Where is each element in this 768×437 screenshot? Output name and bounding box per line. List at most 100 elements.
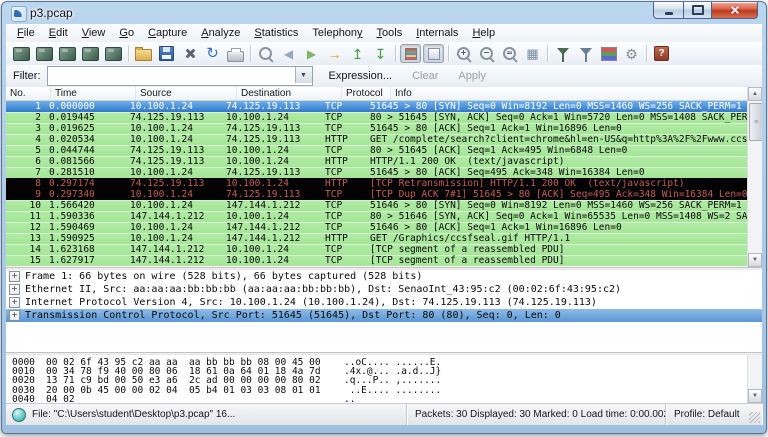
- hex-scroll-down-icon[interactable]: ▼: [748, 389, 762, 403]
- toolbar-zoom-out-icon[interactable]: −: [475, 43, 498, 65]
- menu-item-analyze[interactable]: Analyze: [194, 25, 247, 41]
- status-bar: File: "C:\Users\student\Desktop\p3.pcap"…: [6, 403, 762, 425]
- column-header-time[interactable]: Time: [51, 87, 136, 100]
- packet-source: 10.100.1.24: [126, 134, 222, 145]
- toolbar-zoom-100-icon[interactable]: =: [498, 43, 521, 65]
- toolbar-preferences-icon[interactable]: ⚙: [620, 43, 643, 65]
- packet-row[interactable]: 50.04474474.125.19.11310.100.1.24TCP80 >…: [6, 145, 762, 156]
- toolbar-capture-restart-icon[interactable]: [102, 43, 125, 65]
- packet-row[interactable]: 20.01944574.125.19.11310.100.1.24TCP80 >…: [6, 112, 762, 123]
- packet-time: 1.590925: [46, 233, 126, 244]
- detail-row[interactable]: +Transmission Control Protocol, Src Port…: [6, 309, 762, 322]
- apply-button[interactable]: Apply: [454, 68, 490, 84]
- menu-item-telephony[interactable]: Telephony: [305, 25, 369, 41]
- toolbar-coloring-rules-icon[interactable]: [597, 43, 620, 65]
- packet-row[interactable]: 131.59092510.100.1.24147.144.1.212HTTPGE…: [6, 233, 762, 244]
- toolbar-display-filter-icon[interactable]: [574, 43, 597, 65]
- toolbar-capture-options-icon[interactable]: [33, 43, 56, 65]
- hex-scrollbar[interactable]: ▼: [747, 355, 762, 403]
- column-header-destination[interactable]: Destination: [237, 87, 342, 100]
- menu-item-file[interactable]: File: [10, 25, 42, 41]
- toolbar-open-file-icon[interactable]: [132, 43, 155, 65]
- toolbar-print-icon[interactable]: [224, 43, 247, 65]
- toolbar-go-forward-icon[interactable]: ▶: [300, 43, 323, 65]
- packet-source: 10.100.1.24: [126, 189, 222, 200]
- packet-row[interactable]: 40.02053410.100.1.2474.125.19.113HTTPGET…: [6, 134, 762, 145]
- menu-item-capture[interactable]: Capture: [141, 25, 194, 41]
- title-bar[interactable]: p3.pcap: [2, 2, 766, 24]
- clear-button[interactable]: Clear: [408, 68, 442, 84]
- toolbar-list-interfaces-icon[interactable]: [10, 43, 33, 65]
- packet-row[interactable]: 30.01962510.100.1.2474.125.19.113TCP5164…: [6, 123, 762, 134]
- toolbar-go-to-bottom-icon[interactable]: ↧: [369, 43, 392, 65]
- resize-grip[interactable]: [749, 412, 760, 423]
- toolbar-go-back-icon[interactable]: ◀: [277, 43, 300, 65]
- expert-info-icon[interactable]: [12, 408, 26, 422]
- minimize-button[interactable]: [653, 2, 684, 19]
- toolbar-resize-columns-icon[interactable]: ▦: [521, 43, 544, 65]
- menu-item-help[interactable]: Help: [465, 25, 502, 41]
- packet-list-scrollbar[interactable]: ▲ ≡ ▼: [747, 87, 762, 267]
- packet-no: 9: [6, 189, 46, 200]
- expand-icon[interactable]: +: [9, 310, 20, 321]
- filter-dropdown-button[interactable]: ▼: [295, 67, 312, 83]
- expression-button[interactable]: Expression...: [325, 68, 397, 84]
- filter-input[interactable]: [49, 68, 295, 82]
- packet-row[interactable]: 70.28151010.100.1.2474.125.19.113TCP5164…: [6, 167, 762, 178]
- scroll-up-icon[interactable]: ▲: [748, 87, 762, 101]
- detail-row[interactable]: +Ethernet II, Src: aa:aa:aa:bb:bb:bb (aa…: [6, 283, 762, 296]
- status-packets-section: Packets: 30 Displayed: 30 Marked: 0 Load…: [407, 404, 666, 425]
- status-profile-section[interactable]: Profile: Default: [666, 404, 762, 425]
- packet-row[interactable]: 60.08156674.125.19.11310.100.1.24HTTPHTT…: [6, 156, 762, 167]
- menu-item-statistics[interactable]: Statistics: [247, 25, 305, 41]
- packet-destination: 74.125.19.113: [222, 189, 322, 200]
- toolbar-colorize-list-icon[interactable]: [399, 43, 422, 65]
- expand-icon[interactable]: +: [9, 284, 20, 295]
- packet-row[interactable]: 141.623168147.144.1.21210.100.1.24TCP[TC…: [6, 244, 762, 255]
- toolbar-find-packet-icon[interactable]: [254, 43, 277, 65]
- packet-destination: 74.125.19.113: [222, 167, 322, 178]
- toolbar-separator: [250, 45, 251, 62]
- detail-row[interactable]: +Internet Protocol Version 4, Src: 10.10…: [6, 296, 762, 309]
- column-header-no[interactable]: No.: [6, 87, 51, 100]
- menu-item-tools[interactable]: Tools: [370, 25, 410, 41]
- toolbar-save-file-icon[interactable]: [155, 43, 178, 65]
- packet-row[interactable]: 10.00000010.100.1.2474.125.19.113TCP5164…: [6, 101, 762, 112]
- column-header-info[interactable]: Info: [391, 87, 762, 100]
- packet-info: 80 > 51646 [SYN, ACK] Seq=0 Ack=1 Win=65…: [366, 211, 762, 222]
- toolbar-close-file-icon[interactable]: [178, 43, 201, 65]
- packet-row[interactable]: 80.29717474.125.19.11310.100.1.24HTTP[TC…: [6, 178, 762, 189]
- packet-row[interactable]: 101.56642010.100.1.24147.144.1.212TCP516…: [6, 200, 762, 211]
- toolbar-zoom-in-icon[interactable]: +: [452, 43, 475, 65]
- maximize-button[interactable]: [684, 2, 712, 19]
- hex-row[interactable]: 003020 00 0b 45 00 00 02 04 05 b4 01 03 …: [6, 386, 762, 395]
- detail-row[interactable]: +Frame 1: 66 bytes on wire (528 bits), 6…: [6, 270, 762, 283]
- scrollbar-thumb[interactable]: ≡: [749, 103, 762, 141]
- column-header-protocol[interactable]: Protocol: [342, 87, 391, 100]
- menu-item-internals[interactable]: Internals: [409, 25, 465, 41]
- hex-row[interactable]: 004004 02..: [6, 395, 762, 403]
- packet-protocol: TCP: [322, 145, 366, 156]
- close-button[interactable]: [712, 2, 758, 19]
- toolbar-reload-icon[interactable]: ↻: [201, 43, 224, 65]
- expand-icon[interactable]: +: [9, 271, 20, 282]
- menu-item-edit[interactable]: Edit: [42, 25, 75, 41]
- packet-row[interactable]: 121.59046910.100.1.24147.144.1.212TCP516…: [6, 222, 762, 233]
- packet-row[interactable]: 151.627917147.144.1.21210.100.1.24TCP[TC…: [6, 255, 762, 266]
- toolbar-help-icon[interactable]: ?: [650, 43, 673, 65]
- toolbar-go-to-top-icon[interactable]: ↥: [346, 43, 369, 65]
- expand-icon[interactable]: +: [9, 297, 20, 308]
- packet-row[interactable]: 90.29734010.100.1.2474.125.19.113TCP[TCP…: [6, 189, 762, 200]
- column-header-source[interactable]: Source: [136, 87, 237, 100]
- menu-item-view[interactable]: View: [75, 25, 113, 41]
- toolbar-capture-start-icon[interactable]: [56, 43, 79, 65]
- toolbar-capture-filter-icon[interactable]: [551, 43, 574, 65]
- toolbar-go-to-packet-icon[interactable]: →: [323, 43, 346, 65]
- toolbar-autoscroll-icon[interactable]: [422, 43, 445, 65]
- toolbar-capture-stop-icon[interactable]: [79, 43, 102, 65]
- menu-item-go[interactable]: Go: [112, 25, 141, 41]
- hex-rows: 000000 02 6f 43 95 c2 aa aa aa bb bb bb …: [6, 358, 762, 403]
- packet-destination: 10.100.1.24: [222, 244, 322, 255]
- scroll-down-icon[interactable]: ▼: [748, 253, 762, 267]
- packet-row[interactable]: 111.590336147.144.1.21210.100.1.24TCP80 …: [6, 211, 762, 222]
